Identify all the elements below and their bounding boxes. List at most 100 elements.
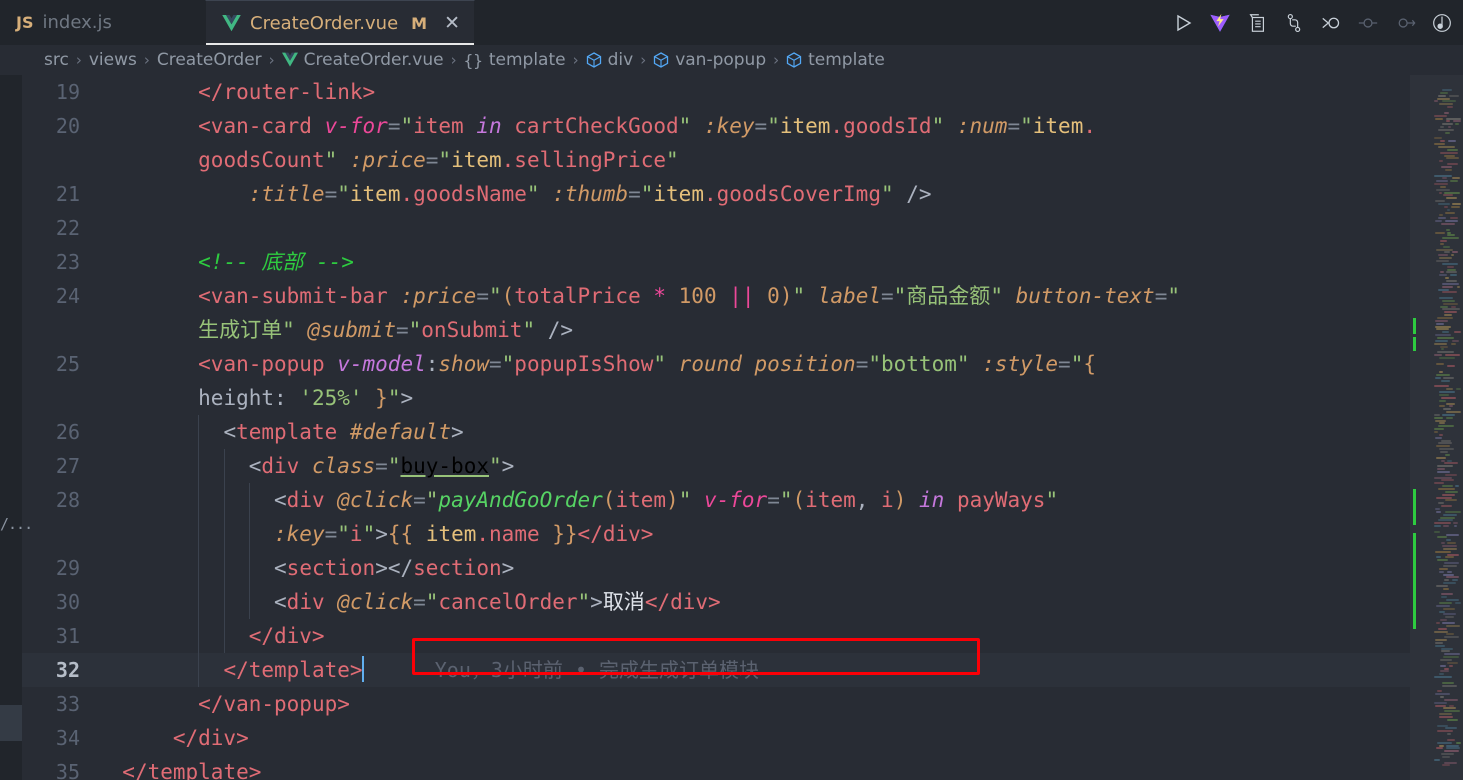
code-line[interactable]: 24 <van-submit-bar :price="(totalPrice *…: [22, 279, 1410, 313]
breadcrumb-item-src[interactable]: src: [44, 50, 69, 70]
code-line[interactable]: 23 <!-- 底部 -->: [22, 245, 1410, 279]
minimap-line: [1443, 656, 1460, 659]
code-token: item: [349, 182, 401, 206]
code-line[interactable]: 21 :title="item.goodsName" :thumb="item.…: [22, 177, 1410, 211]
minimap-line: [1447, 553, 1460, 556]
minimap-line: [1435, 117, 1443, 120]
code-token: </van-popup>: [198, 692, 350, 716]
minimap-line: [1435, 644, 1445, 647]
minimap-line: [1454, 123, 1459, 126]
code-token: '25%': [299, 386, 363, 410]
breadcrumb-item-van-popup[interactable]: van-popup: [653, 50, 766, 70]
code-token: </div>: [577, 522, 654, 546]
minimap-line: [1446, 533, 1460, 536]
code-line[interactable]: 20 <van-card v-for="item in cartCheckGoo…: [22, 109, 1410, 143]
line-content: height: '25%' }">: [97, 381, 1410, 415]
indent-guide: [198, 483, 200, 517]
minimap-line: [1443, 525, 1450, 528]
line-content: :key="i">{{ item.name }}</div>: [97, 517, 1410, 551]
code-line[interactable]: 35 </template>: [22, 755, 1410, 780]
line-number: 31: [55, 624, 80, 648]
breadcrumb-item-file[interactable]: CreateOrder.vue: [281, 50, 444, 70]
minimap-line: [1439, 274, 1448, 277]
code-token: item: [805, 488, 856, 512]
code-line[interactable]: 25 <van-popup v-model:show="popupIsShow"…: [22, 347, 1410, 381]
line-number: 30: [55, 590, 80, 614]
line-content: <div @click="payAndGoOrder(item)" v-for=…: [97, 483, 1410, 517]
minimap-line: [1441, 647, 1453, 650]
code-token: {{: [387, 522, 414, 546]
vscode-window: JS index.js CreateOrder.vue M ✕ src › vi…: [0, 0, 1463, 780]
minimap-line: [1436, 456, 1446, 459]
code-token: ": [282, 318, 295, 342]
vite-icon[interactable]: [1207, 10, 1233, 36]
code-token: 0: [754, 284, 780, 308]
run-code-icon[interactable]: [1170, 10, 1196, 36]
tab-modified-indicator: M: [411, 13, 428, 33]
code-token: v-for: [691, 488, 768, 512]
code-token: :style: [969, 352, 1059, 376]
code-line[interactable]: 29 <section></section>: [22, 551, 1410, 585]
minimap-line: [1435, 376, 1441, 379]
minimap-line: [1444, 311, 1458, 314]
code-token: ": [408, 318, 422, 342]
minimap-line: [1439, 570, 1445, 573]
minimap-line: [1449, 217, 1458, 220]
minimap-line: [1441, 596, 1447, 599]
minimap-line: [1443, 245, 1451, 248]
code-token: item: [413, 522, 477, 546]
git-graph-back-icon[interactable]: [1318, 10, 1344, 36]
code-line[interactable]: 34 </div>: [22, 721, 1410, 755]
code-token: item: [653, 182, 704, 206]
code-line[interactable]: 生成订单" @submit="onSubmit" />: [22, 313, 1410, 347]
code-line[interactable]: 19 </router-link>: [22, 75, 1410, 109]
minimap-line: [1444, 111, 1450, 114]
minimap-line: [1442, 262, 1458, 265]
indent-guide: [198, 517, 200, 551]
minimap-line: [1444, 205, 1448, 208]
breadcrumb-item-createorder[interactable]: CreateOrder: [157, 50, 262, 70]
editor-actions: [1170, 0, 1455, 45]
breadcrumb-label: CreateOrder.vue: [303, 50, 444, 70]
minimap-line: [1453, 331, 1461, 334]
minimap-line: [1439, 713, 1453, 716]
minimap-line: [1450, 274, 1457, 277]
breadcrumb-item-div[interactable]: div: [586, 50, 633, 70]
close-icon[interactable]: ✕: [444, 13, 460, 33]
code-editor[interactable]: /... 19 </router-link> 20 <van-card v-for…: [0, 75, 1463, 780]
code-line[interactable]: 27 <div class="buy-box">: [22, 449, 1410, 483]
git-blame-toggle-icon[interactable]: [1429, 10, 1455, 36]
breadcrumb-item-views[interactable]: views: [89, 50, 137, 70]
code-line[interactable]: 30 <div @click="cancelOrder">取消</div>: [22, 585, 1410, 619]
symbol-cube-icon: [586, 52, 601, 68]
git-circle-left-icon[interactable]: [1355, 10, 1381, 36]
code-line[interactable]: height: '25%' }">: [22, 381, 1410, 415]
breadcrumb-item-template-root[interactable]: {} template: [464, 50, 566, 70]
code-line[interactable]: 28 <div @click="payAndGoOrder(item)" v-f…: [22, 483, 1410, 517]
minimap-line: [1435, 419, 1447, 422]
code-line[interactable]: 22: [22, 211, 1410, 245]
code-token: =: [387, 114, 401, 138]
minimap[interactable]: [1410, 75, 1463, 780]
code-line[interactable]: 33 </van-popup>: [22, 687, 1410, 721]
code-line[interactable]: 31 </div>: [22, 619, 1410, 653]
minimap-line: [1434, 630, 1449, 633]
tab-createorder-vue[interactable]: CreateOrder.vue M ✕: [205, 0, 476, 45]
minimap-change-marker: [1413, 533, 1416, 629]
code-line[interactable]: goodsCount" :price="item.sellingPrice": [22, 143, 1410, 177]
tab-index-js[interactable]: JS index.js: [0, 0, 205, 45]
code-line[interactable]: :key="i">{{ item.name }}</div>: [22, 517, 1410, 551]
source-control-icon[interactable]: [1281, 10, 1307, 36]
code-line[interactable]: 32 </template> You，3小时前 • 完成生成订单模块: [22, 653, 1410, 687]
open-preview-icon[interactable]: [1244, 10, 1270, 36]
git-circle-right-icon[interactable]: [1392, 10, 1418, 36]
minimap-line: [1444, 710, 1461, 713]
code-token: ": [400, 114, 414, 138]
code-lines[interactable]: 19 </router-link> 20 <van-card v-for="ite…: [22, 75, 1410, 780]
minimap-line: [1435, 436, 1443, 439]
code-line[interactable]: 26 <template #default>: [22, 415, 1410, 449]
breadcrumb-item-template[interactable]: template: [786, 50, 885, 70]
